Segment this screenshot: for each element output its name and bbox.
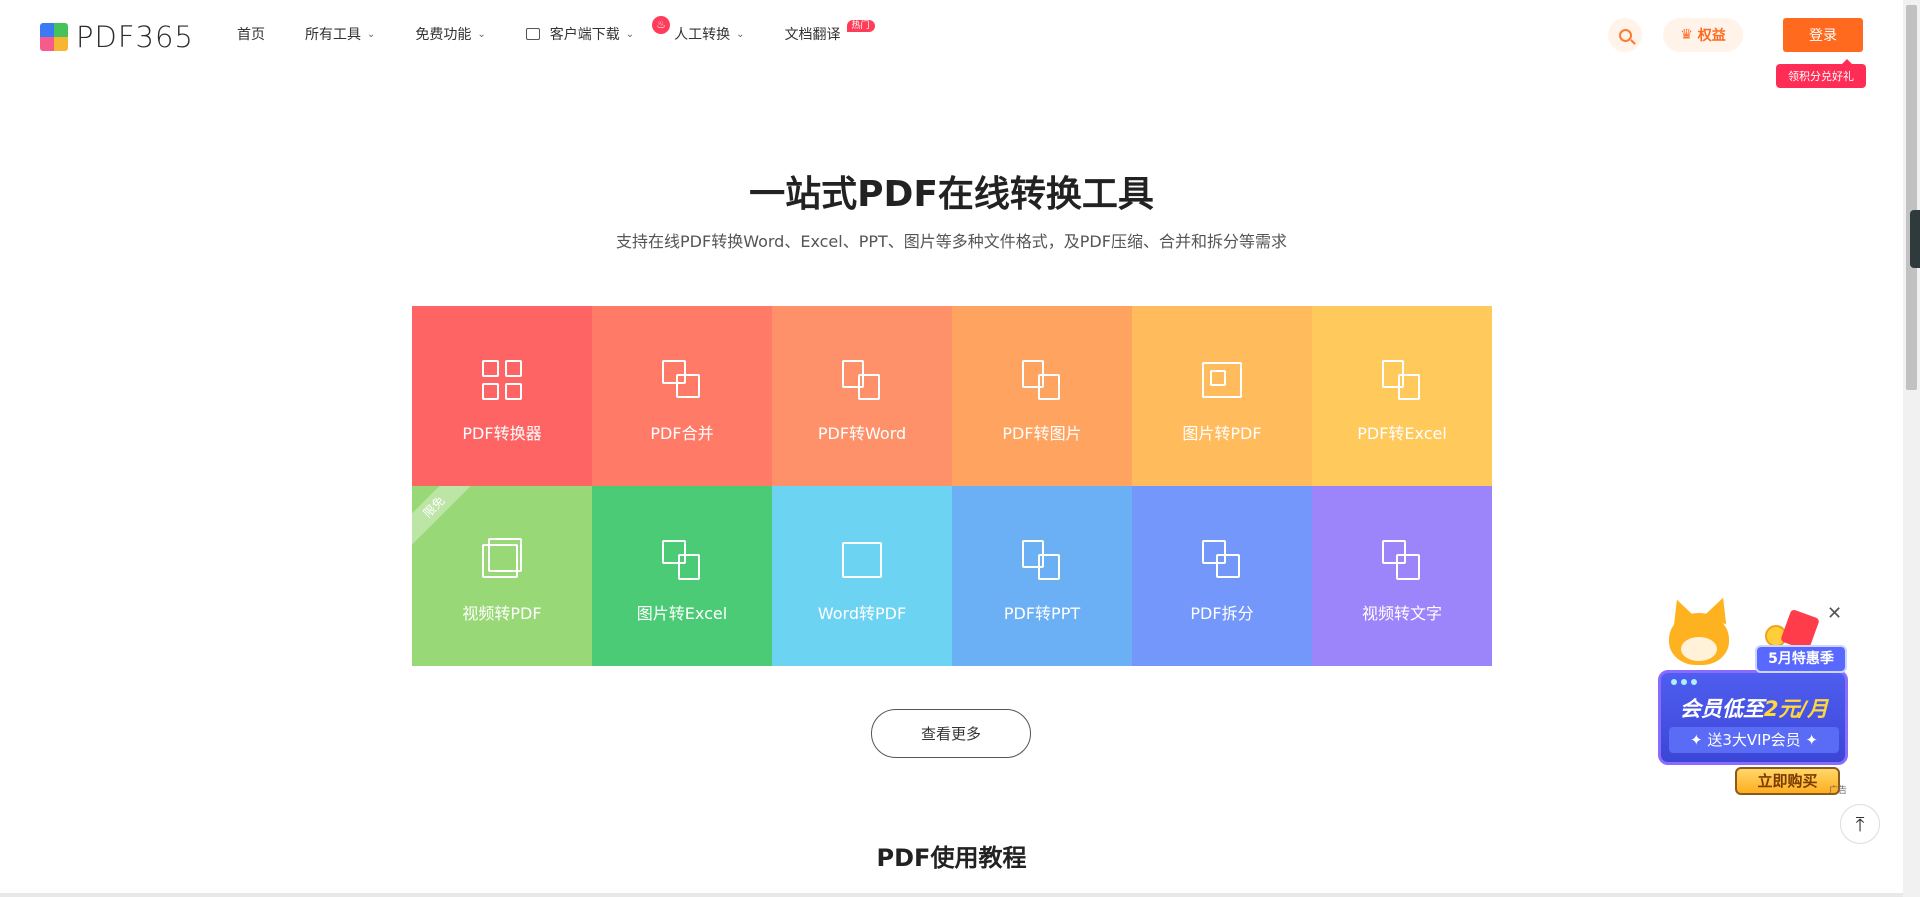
- chevron-down-icon: ⌄: [625, 28, 635, 40]
- ad-subline: ✦ 送3大VIP会员 ✦: [1669, 727, 1839, 753]
- image-to-pdf-icon: [1200, 358, 1244, 402]
- nav-item-home[interactable]: 首页: [237, 24, 265, 44]
- nav-item-doc-translate[interactable]: 文档翻译 热门: [784, 20, 875, 44]
- back-to-top-button[interactable]: ⤒: [1840, 804, 1880, 844]
- free-ribbon: 限免: [412, 486, 478, 551]
- tool-video-to-pdf[interactable]: 限免 视频转PDF: [412, 486, 592, 666]
- login-tip[interactable]: 领积分兑好礼: [1776, 59, 1866, 88]
- word-to-pdf-icon: [840, 538, 884, 582]
- ad-panel: 会员低至2元/月 ✦ 送3大VIP会员 ✦: [1658, 670, 1848, 765]
- pdf-to-excel-icon: [1380, 358, 1424, 402]
- search-button[interactable]: [1608, 18, 1642, 52]
- video-to-text-icon: [1380, 538, 1424, 582]
- split-icon: [1200, 538, 1244, 582]
- dots-icon: [1671, 679, 1697, 685]
- nav-label: 客户端下载: [549, 27, 620, 43]
- tool-label: PDF转PPT: [1003, 604, 1081, 623]
- chevron-down-icon: ⌄: [367, 28, 376, 40]
- hot-badge: 热门: [846, 20, 875, 32]
- nav-item-free-features[interactable]: 免费功能 ⌄: [415, 24, 485, 44]
- page-bottom-edge: [0, 893, 1903, 897]
- grid-icon: [480, 358, 524, 402]
- nav-item-manual-conversion[interactable]: ♨ 人工转换 ⌄: [652, 16, 745, 44]
- nav-label: 免费功能: [415, 27, 472, 43]
- hero-title: 一站式PDF在线转换工具: [749, 174, 1154, 215]
- chevron-down-icon: ⌄: [477, 28, 486, 40]
- arrow-up-icon: ⤒: [1855, 812, 1865, 836]
- pdf-to-word-icon: [840, 358, 884, 402]
- nav-item-all-tools[interactable]: 所有工具 ⌄: [305, 24, 375, 44]
- tool-label: PDF转图片: [1002, 424, 1082, 443]
- promo-ad[interactable]: 会员低至2元/月 ✦ 送3大VIP会员 ✦ 5月特惠季 立即购买 广告: [1655, 593, 1850, 805]
- fire-icon: ♨: [652, 16, 671, 34]
- login-button[interactable]: 登录: [1783, 18, 1863, 52]
- merge-icon: [660, 358, 704, 402]
- tool-pdf-to-image[interactable]: PDF转图片: [952, 306, 1132, 486]
- tool-label: PDF合并: [650, 424, 714, 443]
- close-icon[interactable]: ✕: [1827, 603, 1842, 624]
- logo-text: PDF365: [76, 20, 194, 54]
- tool-pdf-split[interactable]: PDF拆分: [1132, 486, 1312, 666]
- image-to-excel-icon: [660, 538, 704, 582]
- pdf-to-ppt-icon: [1020, 538, 1064, 582]
- tools-grid: PDF转换器 PDF合并 PDF转Word PDF转图片 图片转PDF PDF转…: [412, 306, 1492, 666]
- tool-word-to-pdf[interactable]: Word转PDF: [772, 486, 952, 666]
- tool-label: 视频转文字: [1361, 604, 1442, 623]
- tool-label: 视频转PDF: [462, 604, 542, 623]
- tool-pdf-to-excel[interactable]: PDF转Excel: [1312, 306, 1492, 486]
- tool-label: PDF转Excel: [1357, 424, 1447, 443]
- hero-subtitle: 支持在线PDF转换Word、Excel、PPT、图片等多种文件格式，及PDF压缩…: [616, 232, 1287, 251]
- nav-label: 所有工具: [305, 27, 361, 43]
- ad-label: 广告: [1829, 786, 1848, 796]
- logo-mark-icon: [40, 23, 68, 51]
- tool-image-to-pdf[interactable]: 图片转PDF: [1132, 306, 1312, 486]
- nav-label: 首页: [237, 27, 265, 43]
- scrollbar-thumb[interactable]: [1906, 5, 1917, 390]
- monitor-download-icon: [525, 28, 540, 40]
- tutorial-section-title: PDF使用教程: [876, 844, 1027, 872]
- rights-label: 权益: [1697, 28, 1726, 44]
- chevron-down-icon: ⌄: [736, 28, 745, 40]
- tool-label: 图片转PDF: [1182, 424, 1262, 443]
- tool-label: PDF转Word: [817, 424, 907, 443]
- buy-now-button[interactable]: 立即购买: [1735, 767, 1840, 795]
- tool-pdf-converter[interactable]: PDF转换器: [412, 306, 592, 486]
- crown-icon: ♛: [1680, 27, 1693, 43]
- tool-pdf-to-word[interactable]: PDF转Word: [772, 306, 952, 486]
- nav-item-client-download[interactable]: 客户端下载 ⌄: [525, 24, 635, 44]
- ad-season-tag: 5月特惠季: [1755, 645, 1847, 673]
- logo[interactable]: PDF365: [40, 20, 194, 54]
- side-widget-tab[interactable]: [1910, 210, 1920, 268]
- tool-label: PDF拆分: [1190, 604, 1254, 623]
- tool-pdf-to-ppt[interactable]: PDF转PPT: [952, 486, 1132, 666]
- tool-label: Word转PDF: [817, 604, 907, 623]
- fox-mascot-icon: [1657, 593, 1747, 675]
- ad-headline: 会员低至2元/月: [1669, 693, 1839, 723]
- tool-label: PDF转换器: [462, 424, 542, 443]
- main-nav: 首页 所有工具 ⌄ 免费功能 ⌄ 客户端下载 ⌄ ♨ 人工转换 ⌄ 文档翻译 热…: [237, 16, 881, 46]
- site-header: PDF365 首页 所有工具 ⌄ 免费功能 ⌄ 客户端下载 ⌄ ♨ 人工转换 ⌄…: [0, 0, 1900, 88]
- tool-pdf-merge[interactable]: PDF合并: [592, 306, 772, 486]
- pdf-to-image-icon: [1020, 358, 1064, 402]
- nav-label: 人工转换: [674, 27, 731, 43]
- ad-headline-price: 2元/月: [1763, 697, 1829, 721]
- tool-image-to-excel[interactable]: 图片转Excel: [592, 486, 772, 666]
- tool-label: 图片转Excel: [636, 604, 728, 623]
- ad-headline-prefix: 会员低至: [1679, 697, 1764, 721]
- nav-label: 文档翻译: [784, 27, 841, 43]
- search-icon: [1618, 28, 1632, 42]
- view-more-button[interactable]: 查看更多: [871, 709, 1031, 758]
- tool-video-to-text[interactable]: 视频转文字: [1312, 486, 1492, 666]
- video-to-pdf-icon: [480, 538, 524, 582]
- rights-button[interactable]: ♛ 权益: [1663, 18, 1743, 52]
